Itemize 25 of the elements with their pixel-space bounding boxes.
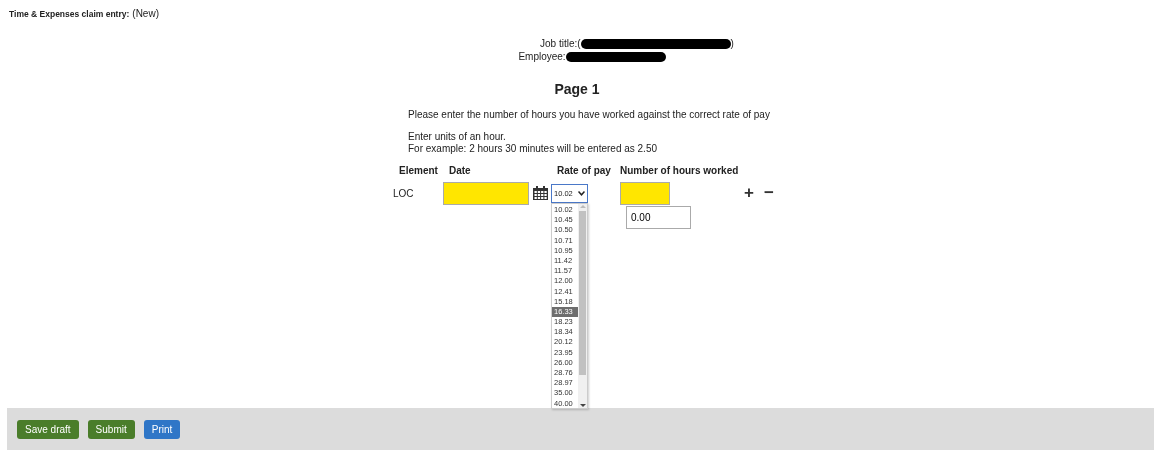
total-hours-field[interactable]: 0.00	[626, 205, 691, 229]
action-button[interactable]: Save draft	[17, 419, 79, 439]
column-header: Number of hours worked	[620, 165, 739, 178]
chevron-icon	[578, 190, 585, 196]
column-header: Element	[399, 165, 439, 178]
hours-field[interactable]	[620, 181, 670, 205]
action-button[interactable]: Submit	[87, 419, 135, 439]
instruction-text: Please enter the number of hours you have worked against the correct rate of pay	[408, 109, 771, 121]
status-label: (New)	[132, 8, 159, 19]
form-title: Time & Expenses claim entry:	[9, 9, 130, 19]
instruction-text: Enter units of an hour.	[408, 131, 507, 143]
action-button[interactable]: Print	[143, 419, 181, 439]
instruction-text: For example: 2 hours 30 minutes will be entered as 2.50	[408, 143, 659, 155]
element-cell: LOC	[393, 187, 414, 199]
column-header: Rate of pay	[557, 165, 612, 178]
scrollbar[interactable]	[578, 204, 587, 408]
job-title-label: Job title:(	[540, 38, 581, 49]
date-field[interactable]	[443, 181, 529, 205]
closing-paren: )	[730, 38, 734, 49]
employee-label: Employee:	[518, 51, 566, 62]
add-button[interactable]: +	[744, 183, 754, 203]
column-header: Date	[449, 165, 472, 178]
remove-button[interactable]: −	[764, 183, 774, 203]
calendar-icon[interactable]	[533, 186, 548, 200]
page-heading: Page 1	[554, 81, 600, 97]
